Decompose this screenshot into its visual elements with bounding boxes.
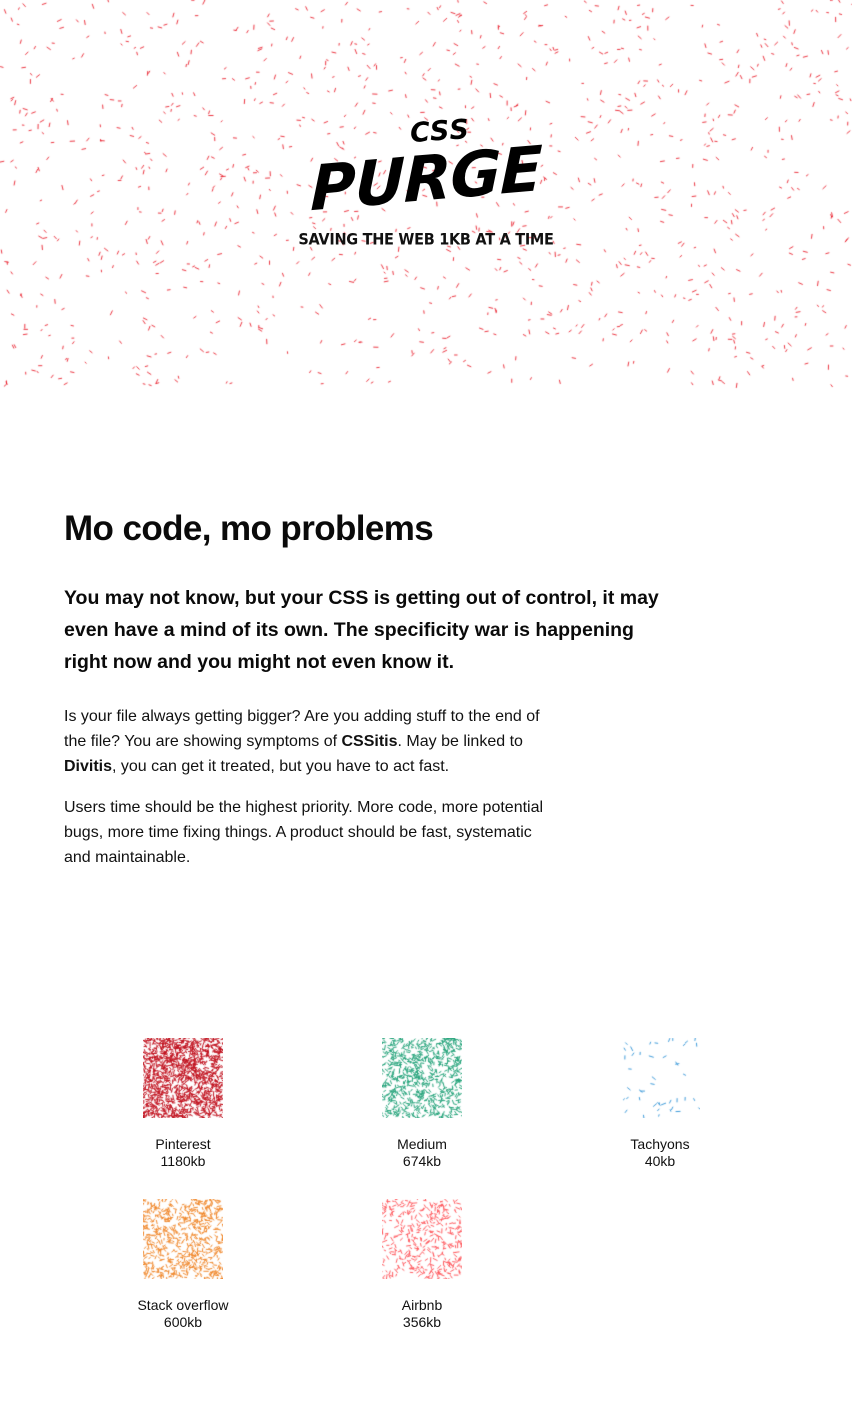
site-card-medium: Medium 674kb	[342, 1038, 502, 1170]
site-size: 1180kb	[160, 1153, 206, 1169]
medium-speckle-square	[382, 1038, 462, 1118]
tachyons-speckle-square	[620, 1038, 700, 1118]
site-card-stack-overflow: Stack overflow 600kb	[103, 1199, 263, 1331]
airbnb-speckle-square	[382, 1199, 462, 1279]
site-name: Tachyons	[630, 1136, 690, 1152]
p1-text-c: . May be linked to	[397, 733, 523, 750]
body-paragraph-1: Is your file always getting bigger? Are …	[64, 704, 544, 779]
p1-text-e: , you can get it treated, but you have t…	[112, 758, 450, 775]
intro-section: Mo code, mo problems You may not know, b…	[64, 508, 684, 870]
tagline: SAVING THE WEB 1KB AT A TIME	[298, 231, 554, 249]
page-heading: Mo code, mo problems	[64, 509, 434, 548]
site-size: 674kb	[402, 1153, 442, 1169]
site-name: Stack overflow	[137, 1297, 229, 1313]
body-paragraph-2: Users time should be the highest priorit…	[64, 799, 544, 866]
lead-paragraph: You may not know, but your CSS is gettin…	[64, 587, 659, 673]
site-card-pinterest: Pinterest 1180kb	[103, 1038, 263, 1170]
pinterest-speckle-square	[143, 1038, 223, 1118]
site-name: Pinterest	[155, 1136, 211, 1152]
site-size: 356kb	[402, 1314, 442, 1330]
site-card-tachyons: Tachyons 40kb	[580, 1038, 740, 1170]
stack-overflow-speckle-square	[143, 1199, 223, 1279]
cssitis-term: CSSitis	[341, 733, 398, 750]
hero-section: CSS PURGE SAVING THE WEB 1KB AT A TIME	[0, 0, 852, 392]
site-name: Medium	[397, 1136, 447, 1152]
site-size: 600kb	[163, 1314, 203, 1330]
logo[interactable]: CSS PURGE	[0, 114, 852, 225]
divitis-term: Divitis	[64, 758, 113, 775]
site-name: Airbnb	[401, 1297, 443, 1313]
site-card-airbnb: Airbnb 356kb	[342, 1199, 502, 1331]
site-size: 40kb	[644, 1153, 676, 1169]
